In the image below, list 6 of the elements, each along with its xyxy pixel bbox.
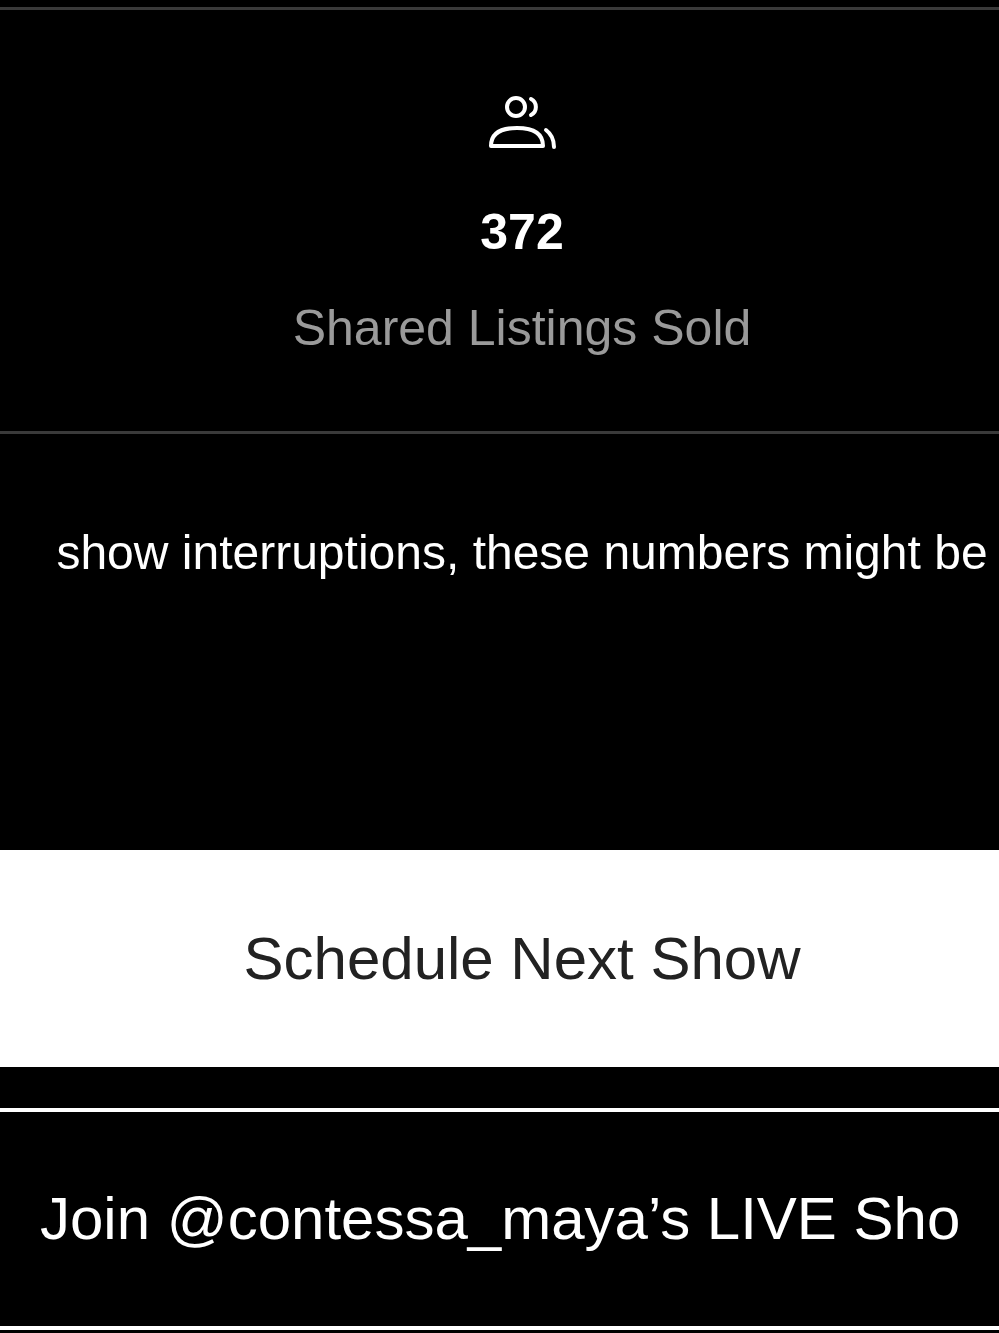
people-icon	[486, 95, 558, 151]
stat-label: Shared Listings Sold	[292, 299, 752, 358]
stat-value: 372	[480, 207, 564, 257]
join-live-button[interactable]: Join @contessa_maya’s LIVE Sho	[0, 1107, 999, 1330]
schedule-button[interactable]: Schedule Next Show	[0, 849, 999, 1067]
note-text: show interruptions, these numbers might be	[55, 525, 989, 581]
